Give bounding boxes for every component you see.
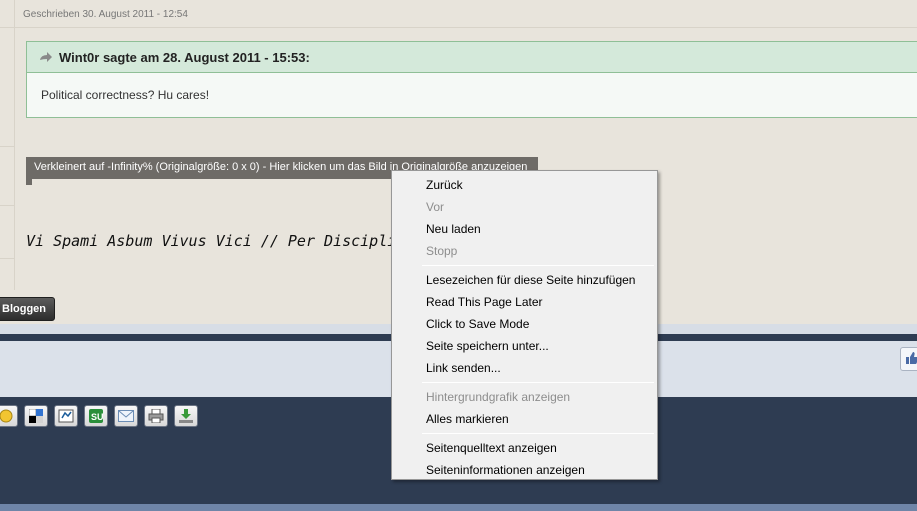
menu-item-view-source[interactable]: Seitenquelltext anzeigen (392, 437, 657, 459)
menu-item-click-to-save[interactable]: Click to Save Mode (392, 313, 657, 335)
menu-item-send-link[interactable]: Link senden... (392, 357, 657, 379)
context-menu: Zurück Vor Neu laden Stopp Lesezeichen f… (391, 170, 658, 480)
bloggen-button[interactable]: Bloggen (0, 297, 55, 321)
menu-separator (422, 265, 654, 266)
quote-header: Wint0r sagte am 28. August 2011 - 15:53: (27, 42, 917, 73)
menu-separator (422, 433, 654, 434)
quote-block: Wint0r sagte am 28. August 2011 - 15:53:… (26, 41, 917, 118)
digg-icon[interactable] (54, 405, 78, 427)
menu-item-bookmark-page[interactable]: Lesezeichen für diese Seite hinzufügen (392, 269, 657, 291)
divider (14, 27, 917, 28)
menu-item-select-all[interactable]: Alles markieren (392, 408, 657, 430)
divider (0, 27, 14, 28)
menu-item-page-info[interactable]: Seiteninformationen anzeigen (392, 459, 657, 481)
download-icon[interactable] (174, 405, 198, 427)
signature-text: Vi Spami Asbum Vivus Vici // Per Discipl… (26, 232, 397, 250)
image-resize-banner-tail (26, 179, 32, 185)
menu-item-reload[interactable]: Neu laden (392, 218, 657, 240)
divider (0, 205, 14, 206)
thumbs-up-icon (905, 351, 917, 368)
menu-item-forward[interactable]: Vor (392, 196, 657, 218)
menu-item-save-page-as[interactable]: Seite speichern unter... (392, 335, 657, 357)
footer-band-bottom (0, 504, 917, 511)
divider (0, 258, 14, 259)
post-date: Geschrieben 30. August 2011 - 12:54 (23, 9, 188, 20)
bloggen-label: Bloggen (2, 303, 46, 315)
smiley-icon[interactable] (0, 405, 18, 427)
print-icon[interactable] (144, 405, 168, 427)
quote-arrow-icon (39, 51, 53, 63)
delicious-icon[interactable] (24, 405, 48, 427)
email-icon[interactable] (114, 405, 138, 427)
like-button[interactable] (900, 347, 917, 371)
menu-item-stop[interactable]: Stopp (392, 240, 657, 262)
quote-text: Political correctness? Hu cares! (41, 88, 210, 102)
share-toolbar: SU (0, 405, 198, 427)
quote-author: Wint0r sagte am 28. August 2011 - 15:53: (59, 49, 310, 65)
divider (0, 146, 14, 147)
menu-item-read-later[interactable]: Read This Page Later (392, 291, 657, 313)
menu-item-back[interactable]: Zurück (392, 174, 657, 196)
menu-separator (422, 382, 654, 383)
stumbleupon-icon[interactable]: SU (84, 405, 108, 427)
post-left-border (14, 0, 15, 290)
svg-text:SU: SU (91, 412, 103, 422)
menu-item-view-background[interactable]: Hintergrundgrafik anzeigen (392, 386, 657, 408)
